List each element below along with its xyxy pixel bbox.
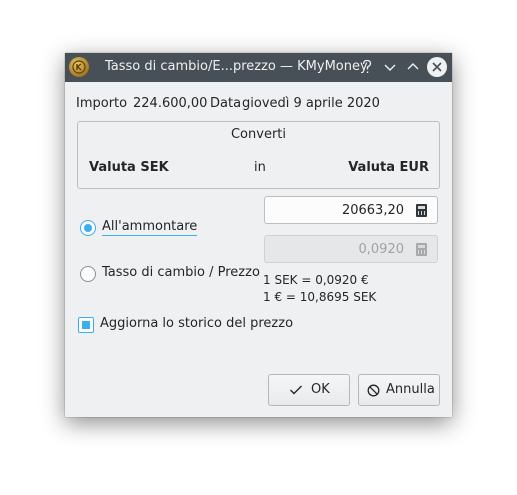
amount-input-value: 20663,20 [341, 203, 404, 218]
cancel-button[interactable]: Annulla [358, 374, 440, 406]
cancel-icon [367, 384, 380, 397]
rate-input-value: 0,0920 [358, 242, 405, 257]
in-label: in [254, 160, 266, 175]
dialog-content: Importo 224.600,00 Data giovedì 9 aprile… [65, 82, 452, 417]
rate-radio[interactable] [80, 266, 96, 282]
check-icon [290, 385, 302, 395]
ok-label: OK [311, 382, 330, 397]
ok-button[interactable]: OK [268, 374, 350, 406]
date-value: giovedì 9 aprile 2020 [242, 96, 380, 111]
to-currency: Valuta EUR [348, 160, 429, 175]
rate-radio-label[interactable]: Tasso di cambio / Prezzo [102, 265, 260, 280]
cancel-label: Annulla [386, 382, 435, 397]
minimize-icon[interactable] [381, 58, 399, 76]
amount-radio-label[interactable]: All'ammontare [102, 219, 198, 236]
rate-line-sek: 1 SEK = 0,0920 € [263, 273, 369, 287]
window-title: Tasso di cambio/E...prezzo — KMyMoney [105, 59, 368, 74]
calculator-icon[interactable] [416, 243, 427, 256]
title-bar[interactable]: Tasso di cambio/E...prezzo — KMyMoney [65, 53, 452, 82]
rate-input[interactable]: 0,0920 [264, 235, 438, 263]
close-icon[interactable] [427, 57, 447, 77]
from-currency: Valuta SEK [89, 160, 169, 175]
kmymoney-app-icon[interactable] [69, 57, 89, 77]
update-history-checkbox[interactable] [78, 317, 94, 333]
convert-title: Converti [230, 127, 286, 142]
maximize-icon[interactable] [404, 58, 422, 76]
date-label: Data [210, 96, 242, 111]
rate-line-eur: 1 € = 10,8695 SEK [263, 290, 377, 304]
amount-input[interactable]: 20663,20 [264, 196, 438, 224]
exchange-rate-dialog: Tasso di cambio/E...prezzo — KMyMoney Im… [65, 53, 452, 417]
calculator-icon[interactable] [416, 204, 427, 217]
amount-label: Importo [76, 96, 128, 111]
amount-radio[interactable] [80, 220, 96, 236]
amount-value: 224.600,00 [133, 96, 208, 111]
convert-group: Converti Valuta SEK in Valuta EUR [77, 121, 440, 189]
update-history-label[interactable]: Aggiorna lo storico del prezzo [100, 316, 293, 331]
help-icon[interactable] [358, 58, 376, 76]
